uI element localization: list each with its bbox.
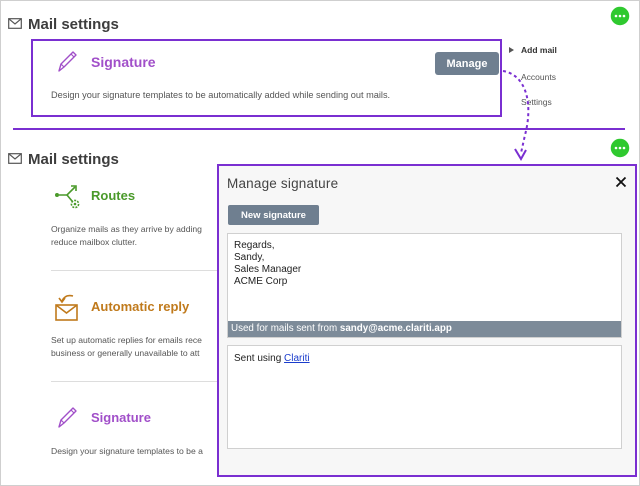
modal-title: Manage signature [227, 176, 339, 191]
mail-settings-icon [8, 153, 22, 164]
feature-signature[interactable]: Signature Design your signature template… [51, 403, 221, 463]
manage-button[interactable]: Manage [435, 52, 499, 75]
feature-description: Organize mails as they arrive by adding [51, 224, 202, 234]
new-signature-button[interactable]: New signature [228, 205, 319, 225]
signature-usage-bar: Used for mails sent from sandy@acme.clar… [228, 321, 621, 337]
feature-description: reduce mailbox clutter. [51, 237, 137, 247]
page-title: Mail settings [28, 151, 119, 168]
feature-description: Set up automatic replies for emails rece [51, 335, 202, 345]
mail-settings-icon [8, 18, 22, 29]
manage-signature-modal: Manage signature New signature Regards, … [217, 164, 637, 477]
reply-envelope-icon [55, 294, 78, 321]
signature-card-description: Design your signature templates to be au… [51, 90, 391, 100]
sent-prefix: Sent using [234, 353, 285, 364]
feature-title: Automatic reply [91, 299, 190, 314]
usage-email: sandy@acme.clariti.app [339, 323, 452, 334]
signature-line: Sandy, [234, 252, 265, 263]
clariti-link[interactable]: Clariti [284, 353, 310, 364]
active-caret-icon [509, 47, 514, 53]
feature-automatic-reply[interactable]: Automatic reply Set up automatic replies… [51, 292, 221, 362]
signature-editor-secondary[interactable]: Sent using Clariti [227, 345, 622, 449]
routes-icon [55, 185, 80, 209]
chat-icon[interactable] [609, 137, 631, 159]
close-icon[interactable] [615, 176, 627, 188]
page-title: Mail settings [28, 16, 119, 33]
chat-icon[interactable] [609, 5, 631, 27]
signature-line: Sales Manager [234, 264, 302, 275]
feature-title: Signature [91, 410, 151, 425]
pen-icon [58, 407, 77, 428]
signature-line: Regards, [234, 240, 275, 251]
signature-card-highlighted: Signature Design your signature template… [31, 39, 502, 117]
feature-routes[interactable]: Routes Organize mails as they arrive by … [51, 181, 221, 251]
flow-arrow [502, 70, 530, 161]
signature-card-title: Signature [91, 54, 156, 70]
feature-separator [51, 381, 221, 382]
screenshot-frame: Mail settings Signature Design your sign… [0, 0, 640, 486]
nav-item-add-mail[interactable]: Add mail [521, 45, 557, 55]
usage-prefix: Used for mails sent from [231, 323, 340, 334]
sent-using-line: Sent using Clariti [234, 353, 310, 364]
signature-line: ACME Corp [234, 276, 288, 287]
feature-description: business or generally unavailable to att [51, 348, 200, 358]
pen-icon [58, 51, 77, 72]
feature-description: Design your signature templates to be a [51, 446, 203, 456]
signature-editor[interactable]: Regards, Sandy, Sales Manager ACME Corp … [227, 233, 622, 338]
feature-title: Routes [91, 188, 136, 203]
feature-separator [51, 270, 221, 271]
